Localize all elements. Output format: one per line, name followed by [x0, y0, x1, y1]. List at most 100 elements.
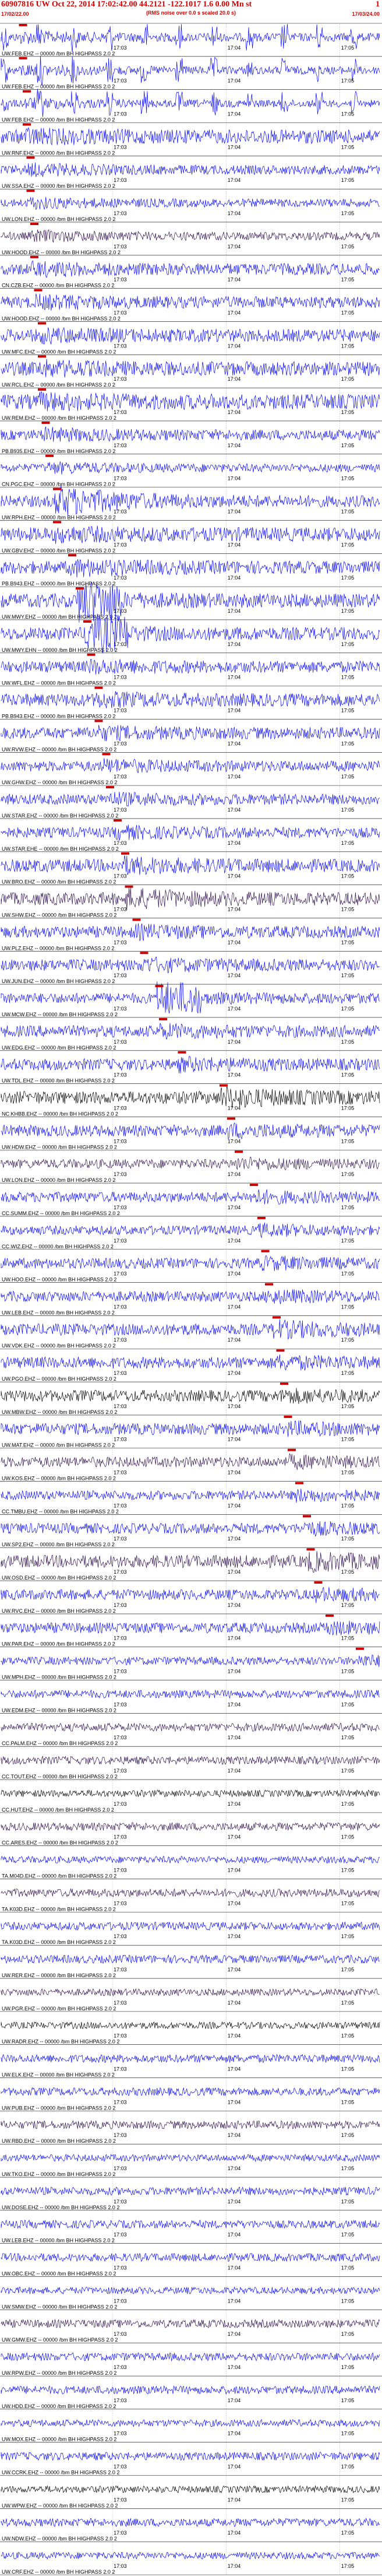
station-label: UW.NDW.EHZ -- 00000 /bm BH HIGHPASS 2.0 …: [2, 2536, 117, 2542]
trace-row: 17:03 17:04 17:05 UW.HOOD.EHZ -- 00000 /bm …: [0, 288, 382, 321]
waveform-trace: [1, 1722, 380, 1732]
minute-label: 17:05: [341, 409, 355, 415]
trace-row: 17:03 17:04 17:05 UW.CCRK.EHZ -- 00000 /bm …: [0, 2442, 382, 2476]
minute-label: 17:05: [341, 1238, 355, 1244]
trace-row: 17:03 17:04 17:05 UW.GHW.EHZ -- 00000 /bm B…: [0, 752, 382, 785]
phase-pick-marker: [30, 222, 38, 225]
minute-label: 17:04: [228, 675, 241, 680]
trace-row: 17:03 17:04 17:05 UW.WFL.EHZ -- 00000 /bm B…: [0, 652, 382, 686]
minute-label: 17:04: [228, 1304, 241, 1310]
minute-label: 17:04: [228, 2066, 241, 2072]
station-label: UW.PGR.EHZ -- 00000 /bm BH HIGHPASS 2.0 …: [2, 2006, 116, 2012]
minute-label: 17:04: [228, 1205, 241, 1210]
minute-label: 17:04: [228, 508, 241, 514]
trace-row: 17:03 17:04 17:05 UW.RER.EHZ -- 00000 /bm B…: [0, 1945, 382, 1978]
trace-row: 17:03 17:04 17:05 UW.SSA.EHZ -- 00000 /bm B…: [0, 156, 382, 189]
phase-pick-marker: [26, 156, 35, 159]
station-label: UW.TDL.EHZ -- 00000 /bm BH HIGHPASS 2.0 …: [2, 1078, 115, 1084]
station-label: UW.OBC.EHZ -- 00000 /bm BH HIGHPASS 2.0 …: [2, 2271, 116, 2277]
minute-label: 17:05: [341, 2563, 355, 2569]
trace-row: 17:03 17:04 17:05 UW.GBV.EHZ -- 00000 /bm B…: [0, 520, 382, 553]
trace-row: 17:03 17:04 17:05 UW.RVC.EHZ -- 00000 /bm B…: [0, 1580, 382, 1614]
minute-label: 17:04: [228, 707, 241, 713]
minute-label: 17:05: [341, 111, 355, 117]
minute-label: 17:05: [341, 1701, 355, 1707]
minute-label: 17:04: [228, 1006, 241, 1012]
minute-label: 17:04: [228, 443, 241, 448]
minute-label: 17:03: [114, 1006, 127, 1012]
minute-label: 17:03: [114, 575, 127, 581]
waveform-trace: [1, 1122, 380, 1140]
trace-row: 17:03 17:04 17:05 UW.HDD.EHZ -- 00000 /bm B…: [0, 2375, 382, 2409]
waveform-trace: [1, 1023, 380, 1040]
minute-label: 17:04: [228, 310, 241, 315]
waveform-trace: [1, 1822, 380, 1831]
minute-label: 17:04: [228, 2398, 241, 2403]
trace-row: 17:03 17:04 17:05 UW.EDM.EHZ -- 00000 /bm B…: [0, 1680, 382, 1713]
waveform-trace: [1, 725, 380, 742]
minute-label: 17:04: [228, 575, 241, 581]
minute-label: 17:03: [114, 508, 127, 514]
minute-label: 17:05: [341, 1669, 355, 1675]
waveform-trace: [1, 2419, 380, 2427]
minute-label: 17:03: [114, 2232, 127, 2238]
trace-row: 17:03 17:04 17:05 UW.BRO.EHZ -- 00000 /bm B…: [0, 851, 382, 885]
minute-label: 17:03: [114, 144, 127, 150]
minute-label: 17:04: [228, 807, 241, 813]
minute-label: 17:03: [114, 707, 127, 713]
minute-label: 17:04: [228, 2166, 241, 2171]
station-label: PB.B943.EHZ -- 00000 /bm BH HIGHPASS 2.0…: [2, 581, 115, 587]
phase-pick-marker: [178, 1051, 186, 1054]
minute-label: 17:05: [341, 1636, 355, 1641]
waveform-trace: [1, 1988, 380, 1997]
minute-label: 17:05: [341, 1503, 355, 1508]
phase-pick-marker: [235, 1150, 243, 1153]
minute-label: 17:03: [114, 409, 127, 415]
minute-label: 17:03: [114, 1602, 127, 1608]
waveform-trace: [1, 359, 380, 378]
waveform-trace: [1, 1055, 380, 1074]
phase-pick-marker: [257, 1216, 266, 1219]
phase-pick-marker: [265, 1283, 273, 1286]
minute-label: 17:03: [114, 1701, 127, 1707]
minute-label: 17:03: [114, 2298, 127, 2304]
waveform-trace: [1, 1587, 380, 1603]
minute-label: 17:03: [114, 1138, 127, 1144]
phase-pick-marker: [30, 255, 38, 258]
minute-label: 17:05: [341, 1536, 355, 1542]
minute-label: 17:05: [341, 2066, 355, 2072]
phase-pick-marker: [114, 819, 122, 822]
minute-label: 17:04: [228, 2464, 241, 2470]
minute-label: 17:05: [341, 310, 355, 315]
minute-label: 17:05: [341, 1967, 355, 1973]
station-label: UW.REM.EHZ -- 00000 /bm BH HIGHPASS 2.0 …: [2, 415, 116, 421]
minute-label: 17:03: [114, 1801, 127, 1807]
trace-row: 17:03 17:04 17:05 CC.TMBU.EHZ -- 00000 /bm …: [0, 1481, 382, 1514]
station-label: UW.EDM.EHZ -- 00000 /bm BH HIGHPASS 2.0 …: [2, 1707, 116, 1713]
minute-label: 17:03: [114, 2099, 127, 2105]
waveform-trace: [1, 2087, 380, 2097]
station-label: UW.MPH.EHZ -- 00000 /bm BH HIGHPASS 2.0 …: [2, 1675, 116, 1680]
station-label: UW.MOX.EHZ -- 00000 /bm BH HIGHPASS 2.0 …: [2, 2437, 116, 2442]
waveform-trace: [1, 293, 380, 311]
trace-row: 17:03 17:04 17:05 UW.PGO.EHZ -- 00000 /bm B…: [0, 1348, 382, 1382]
minute-label: 17:04: [228, 1403, 241, 1409]
waveform-trace: [1, 162, 380, 177]
trace-row: 17:03 17:04 17:05 UW.SP2.EHZ -- 00000 /bm B…: [0, 1514, 382, 1547]
minute-label: 17:03: [114, 1503, 127, 1508]
phase-pick-marker: [38, 355, 46, 358]
minute-label: 17:03: [114, 1370, 127, 1376]
minute-label: 17:04: [228, 2099, 241, 2105]
minute-label: 17:04: [228, 1503, 241, 1508]
station-label: UW.PUB.EHZ -- 00000 /bm BH HIGHPASS 2.0 …: [2, 2105, 115, 2111]
minute-label: 17:04: [228, 210, 241, 216]
trace-row: 17:03 17:04 17:05 UW.FEB.EHZ -- 00000 /bm B…: [0, 23, 382, 57]
trace-row: 17:03 17:04 17:05 UW.MWY.EHN -- 00000 /bm B…: [0, 613, 382, 654]
minute-label: 17:04: [228, 1768, 241, 1774]
minute-label: 17:05: [341, 2464, 355, 2470]
minute-label: 17:03: [114, 45, 127, 51]
minute-label: 17:04: [228, 277, 241, 283]
minute-label: 17:03: [114, 1337, 127, 1343]
phase-pick-marker: [19, 24, 27, 26]
trace-row: 17:03 17:04 17:05 UW.HOO.EHZ -- 00000 /bm B…: [0, 1249, 382, 1283]
